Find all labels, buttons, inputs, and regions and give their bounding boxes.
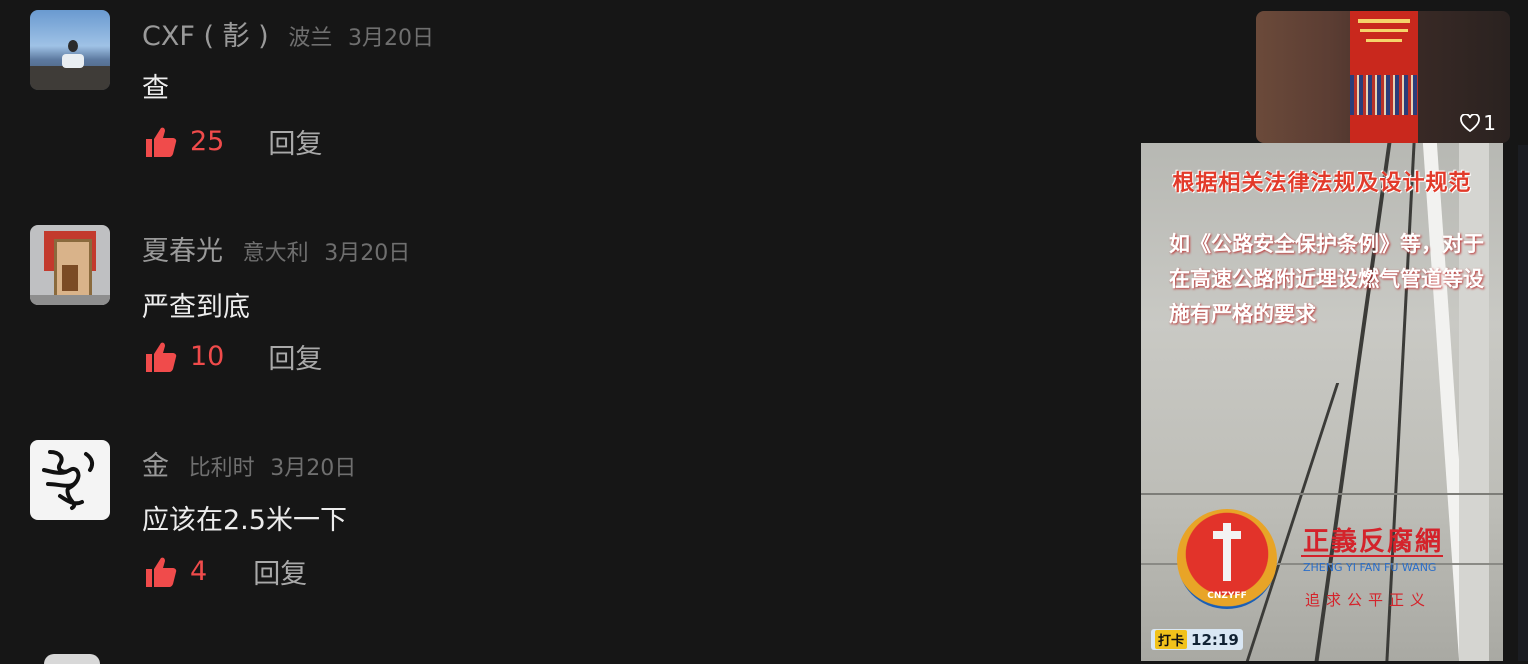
like-button[interactable]: 4 <box>144 556 207 588</box>
comment-actions: 25 回复 <box>144 122 322 161</box>
video-timestamp: 打卡 12:19 <box>1151 629 1243 650</box>
user-name[interactable]: 夏春光 <box>142 236 223 267</box>
brand-name: 正義反腐網 <box>1303 527 1444 557</box>
user-location: 波兰 <box>288 26 333 51</box>
avatar[interactable] <box>44 654 100 664</box>
avatar[interactable] <box>30 10 110 90</box>
comment-text: 查 <box>142 73 169 104</box>
logo-tag: CNZYFF <box>1207 591 1247 601</box>
thumbs-up-icon <box>146 127 177 157</box>
brand-slogan: 追求公平正义 <box>1305 591 1432 609</box>
comment-item: 夏春光 意大利 3月20日 严查到底 10 回复 <box>0 215 1100 415</box>
comment-date: 3月20日 <box>348 26 434 51</box>
related-video-thumbnail[interactable]: 1 <box>1256 11 1510 143</box>
video-caption: 如《公路安全保护条例》等，对于在高速公路附近埋设燃气管道等设施有严格的要求 <box>1169 232 1484 326</box>
avatar[interactable] <box>30 225 110 305</box>
comment-item: 金 比利时 3月20日 应该在2.5米一下 4 回复 <box>0 430 1100 630</box>
comment-text: 应该在2.5米一下 <box>142 505 347 536</box>
avatar[interactable] <box>30 440 110 520</box>
like-count: 10 <box>190 341 225 372</box>
comment-meta: 金 比利时 3月20日 <box>142 444 356 483</box>
thumbnail-like-count: 1 <box>1483 111 1496 135</box>
comment-actions: 10 回复 <box>144 337 322 376</box>
brand-pinyin: ZHENG YI FAN FU WANG <box>1303 561 1437 574</box>
reply-button[interactable]: 回复 <box>268 122 322 161</box>
brand-divider <box>1301 555 1443 557</box>
like-count: 25 <box>190 126 225 157</box>
like-button[interactable]: 25 <box>144 126 224 158</box>
like-count: 4 <box>190 556 208 587</box>
reply-button[interactable]: 回复 <box>253 552 307 591</box>
user-name[interactable]: CXF ( 𩇕 ) <box>142 21 269 52</box>
comment-item: CXF ( 𩇕 ) 波兰 3月20日 查 25 回复 <box>0 0 1100 200</box>
organization-logo: CNZYFF <box>1177 509 1277 609</box>
user-location: 比利时 <box>188 456 255 481</box>
thumbnail-likes: 1 <box>1460 111 1496 135</box>
comment-date: 3月20日 <box>270 456 357 481</box>
thumbs-up-icon <box>146 342 177 372</box>
video-preview[interactable]: 根据相关法律法规及设计规范 如《公路安全保护条例》等，对于在高速公路附近埋设燃气… <box>1141 143 1503 661</box>
like-button[interactable]: 10 <box>144 341 224 373</box>
comment-text: 严查到底 <box>142 292 250 323</box>
heart-icon <box>1460 114 1481 132</box>
user-name[interactable]: 金 <box>142 451 169 482</box>
dragon-calligraphy-icon <box>42 450 95 510</box>
checkin-tag: 打卡 <box>1155 630 1188 649</box>
user-location: 意大利 <box>242 241 309 266</box>
timestamp-text: 12:19 <box>1191 630 1239 649</box>
poster-image <box>1350 11 1418 143</box>
reply-button[interactable]: 回复 <box>268 337 322 376</box>
comment-meta: 夏春光 意大利 3月20日 <box>142 229 410 268</box>
video-headline: 根据相关法律法规及设计规范 <box>1172 171 1472 196</box>
side-panel-edge <box>1518 145 1528 661</box>
comment-actions: 4 回复 <box>144 552 307 591</box>
thumbs-up-icon <box>146 557 177 587</box>
comment-date: 3月20日 <box>324 241 411 266</box>
comment-meta: CXF ( 𩇕 ) 波兰 3月20日 <box>142 14 434 53</box>
